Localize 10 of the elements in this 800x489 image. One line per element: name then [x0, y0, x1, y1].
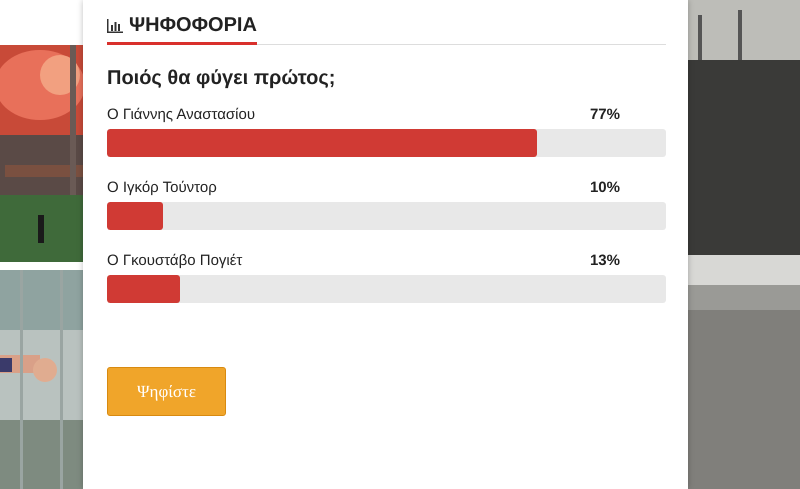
poll-title: ΨΗΦΟΦΟΡΙΑ	[129, 14, 257, 37]
option-label: Ο Ιγκόρ Τούντορ	[107, 179, 217, 196]
option-label: Ο Γιάννης Αναστασίου	[107, 106, 256, 123]
poll-question: Ποιός θα φύγει πρώτος;	[107, 67, 336, 90]
bar-chart-icon	[107, 18, 123, 32]
vote-percentage: 13%	[590, 252, 620, 269]
vote-percentage: 10%	[590, 179, 620, 196]
vote-percentage: 77%	[590, 106, 620, 123]
option-label: Ο Γκουστάβο Πογιέτ	[107, 252, 242, 269]
vote-button[interactable]: Ψηφίστε	[107, 367, 226, 416]
